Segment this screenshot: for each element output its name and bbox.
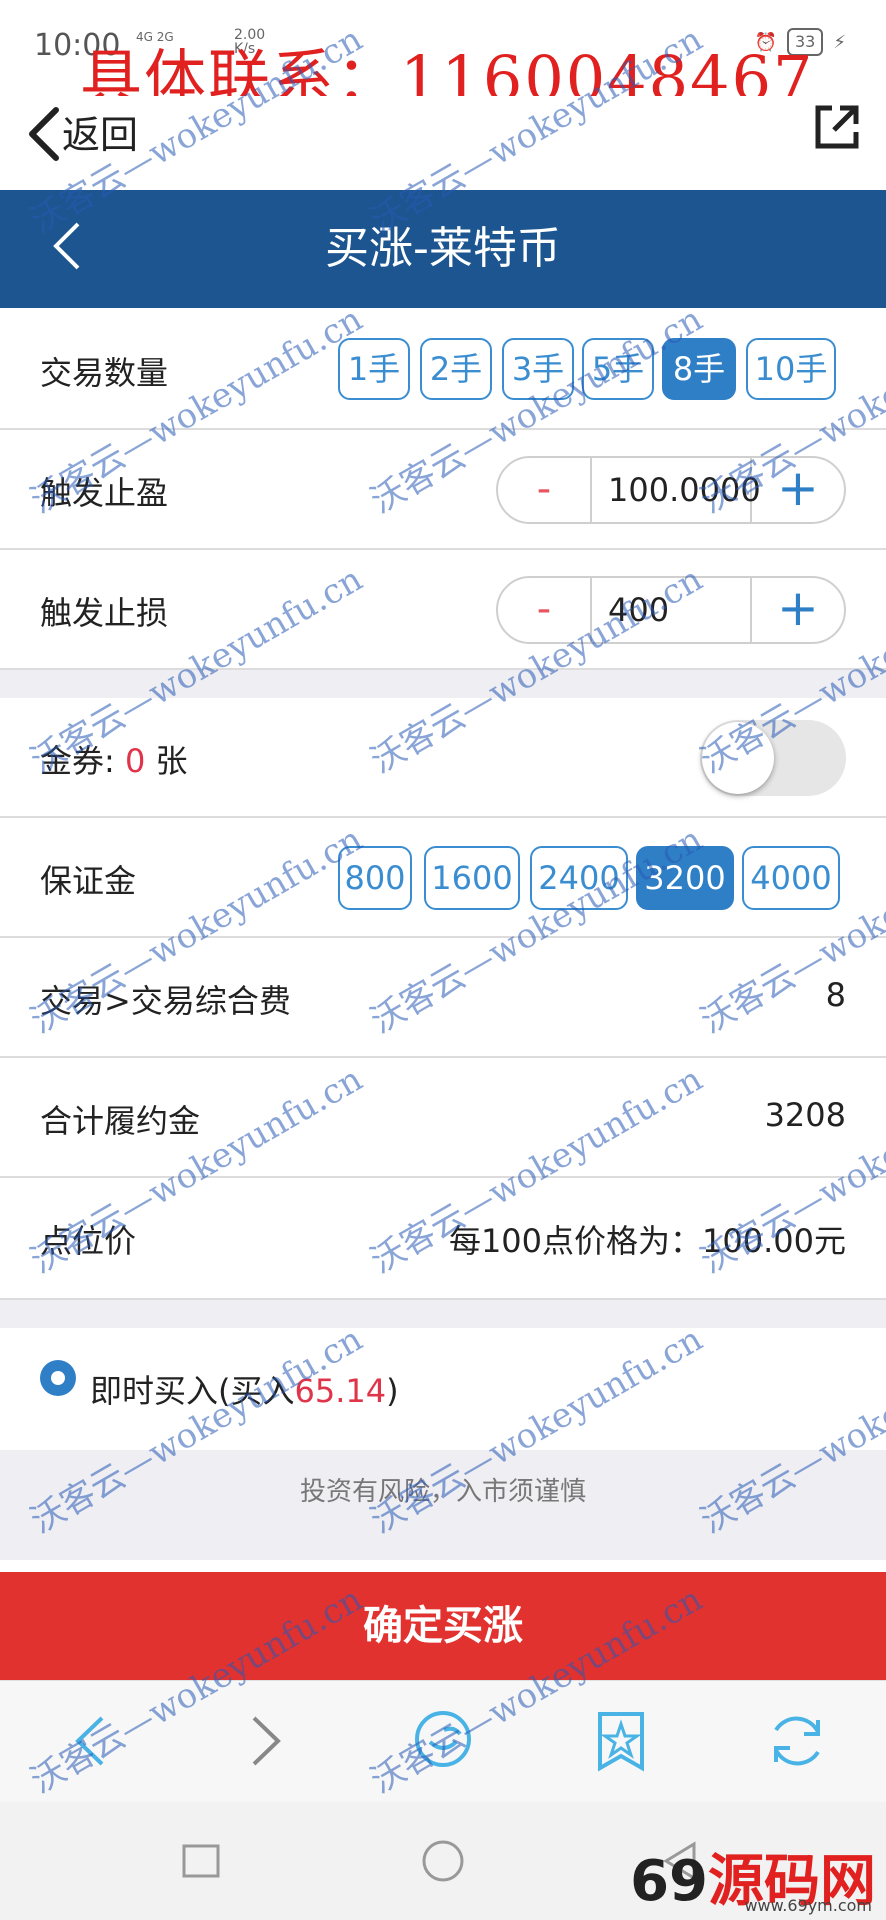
section-gap: [0, 670, 886, 698]
coupon-count: 0: [124, 742, 146, 780]
fee-value: 8: [825, 976, 846, 1014]
take-profit-minus-button[interactable]: -: [498, 458, 590, 522]
stop-loss-input[interactable]: 400: [590, 578, 752, 642]
instant-buy-radio[interactable]: [40, 1360, 76, 1396]
point-price-value: 每100点价格为：100.00元: [448, 1222, 846, 1260]
browser-back-icon[interactable]: [58, 1708, 124, 1774]
fee-label: 交易>交易综合费: [40, 982, 291, 1020]
charging-icon: ⚡: [833, 31, 846, 53]
total-row: 合计履约金 3208: [0, 1058, 886, 1178]
instant-buy-label: 即时买入(买入65.14): [90, 1372, 399, 1410]
recent-apps-icon[interactable]: [180, 1840, 222, 1882]
bookmark-star-icon[interactable]: [588, 1708, 654, 1774]
stop-loss-stepper: - 400 +: [496, 576, 846, 644]
back-arrow-icon[interactable]: [20, 104, 66, 164]
header-back-icon[interactable]: [50, 220, 84, 272]
stop-loss-row: 触发止损 - 400 +: [0, 550, 886, 670]
home-icon[interactable]: [420, 1838, 466, 1884]
stop-loss-label: 触发止损: [40, 594, 169, 632]
point-price-row: 点位价 每100点价格为：100.00元: [0, 1178, 886, 1300]
quantity-option-8[interactable]: 8手: [662, 338, 736, 400]
margin-option-3200[interactable]: 3200: [636, 846, 734, 910]
risk-notice: 投资有风险，入市须谨慎: [0, 1450, 886, 1560]
instant-buy-price: 65.14: [294, 1372, 387, 1410]
take-profit-label: 触发止盈: [40, 474, 169, 512]
total-label: 合计履约金: [40, 1102, 201, 1140]
quantity-option-5[interactable]: 5手: [582, 338, 654, 400]
total-value: 3208: [764, 1096, 846, 1134]
take-profit-stepper: - 100.0000 +: [496, 456, 846, 524]
take-profit-plus-button[interactable]: +: [752, 458, 844, 522]
browser-forward-icon[interactable]: [232, 1708, 298, 1774]
fee-row: 交易>交易综合费 8: [0, 938, 886, 1058]
coupon-toggle[interactable]: [700, 720, 846, 796]
stop-loss-plus-button[interactable]: +: [752, 578, 844, 642]
refresh-icon[interactable]: [764, 1708, 830, 1774]
stop-loss-minus-button[interactable]: -: [498, 578, 590, 642]
take-profit-input[interactable]: 100.0000: [590, 458, 761, 522]
quantity-option-2[interactable]: 2手: [420, 338, 492, 400]
take-profit-row: 触发止盈 - 100.0000 +: [0, 430, 886, 550]
margin-option-2400[interactable]: 2400: [530, 846, 628, 910]
quantity-option-10[interactable]: 10手: [746, 338, 836, 400]
margin-row: 保证金 800 1600 2400 3200 4000: [0, 818, 886, 938]
quantity-row: 交易数量 1手 2手 3手 5手 8手 10手: [0, 308, 886, 430]
quantity-label: 交易数量: [40, 354, 169, 392]
margin-option-4000[interactable]: 4000: [742, 846, 840, 910]
coupon-row: 金券: 0 张: [0, 698, 886, 818]
site-logo-url: www.69ym.com: [744, 1896, 872, 1915]
toggle-knob: [702, 722, 774, 794]
coupon-label: 金券: 0 张: [40, 742, 188, 780]
instant-buy-row[interactable]: 即时买入(买入65.14): [0, 1328, 886, 1450]
quantity-option-1[interactable]: 1手: [338, 338, 410, 400]
margin-option-800[interactable]: 800: [338, 846, 412, 910]
section-gap: [0, 1300, 886, 1328]
open-external-icon[interactable]: [812, 102, 862, 152]
margin-option-1600[interactable]: 1600: [424, 846, 520, 910]
back-button[interactable]: 返回: [62, 104, 138, 159]
margin-label: 保证金: [40, 862, 137, 900]
point-price-label: 点位价: [40, 1222, 137, 1260]
page-title: 买涨-莱特币: [325, 223, 561, 274]
quantity-option-3[interactable]: 3手: [502, 338, 574, 400]
confirm-buy-button[interactable]: 确定买涨: [0, 1572, 886, 1680]
chat-icon[interactable]: [410, 1708, 476, 1774]
